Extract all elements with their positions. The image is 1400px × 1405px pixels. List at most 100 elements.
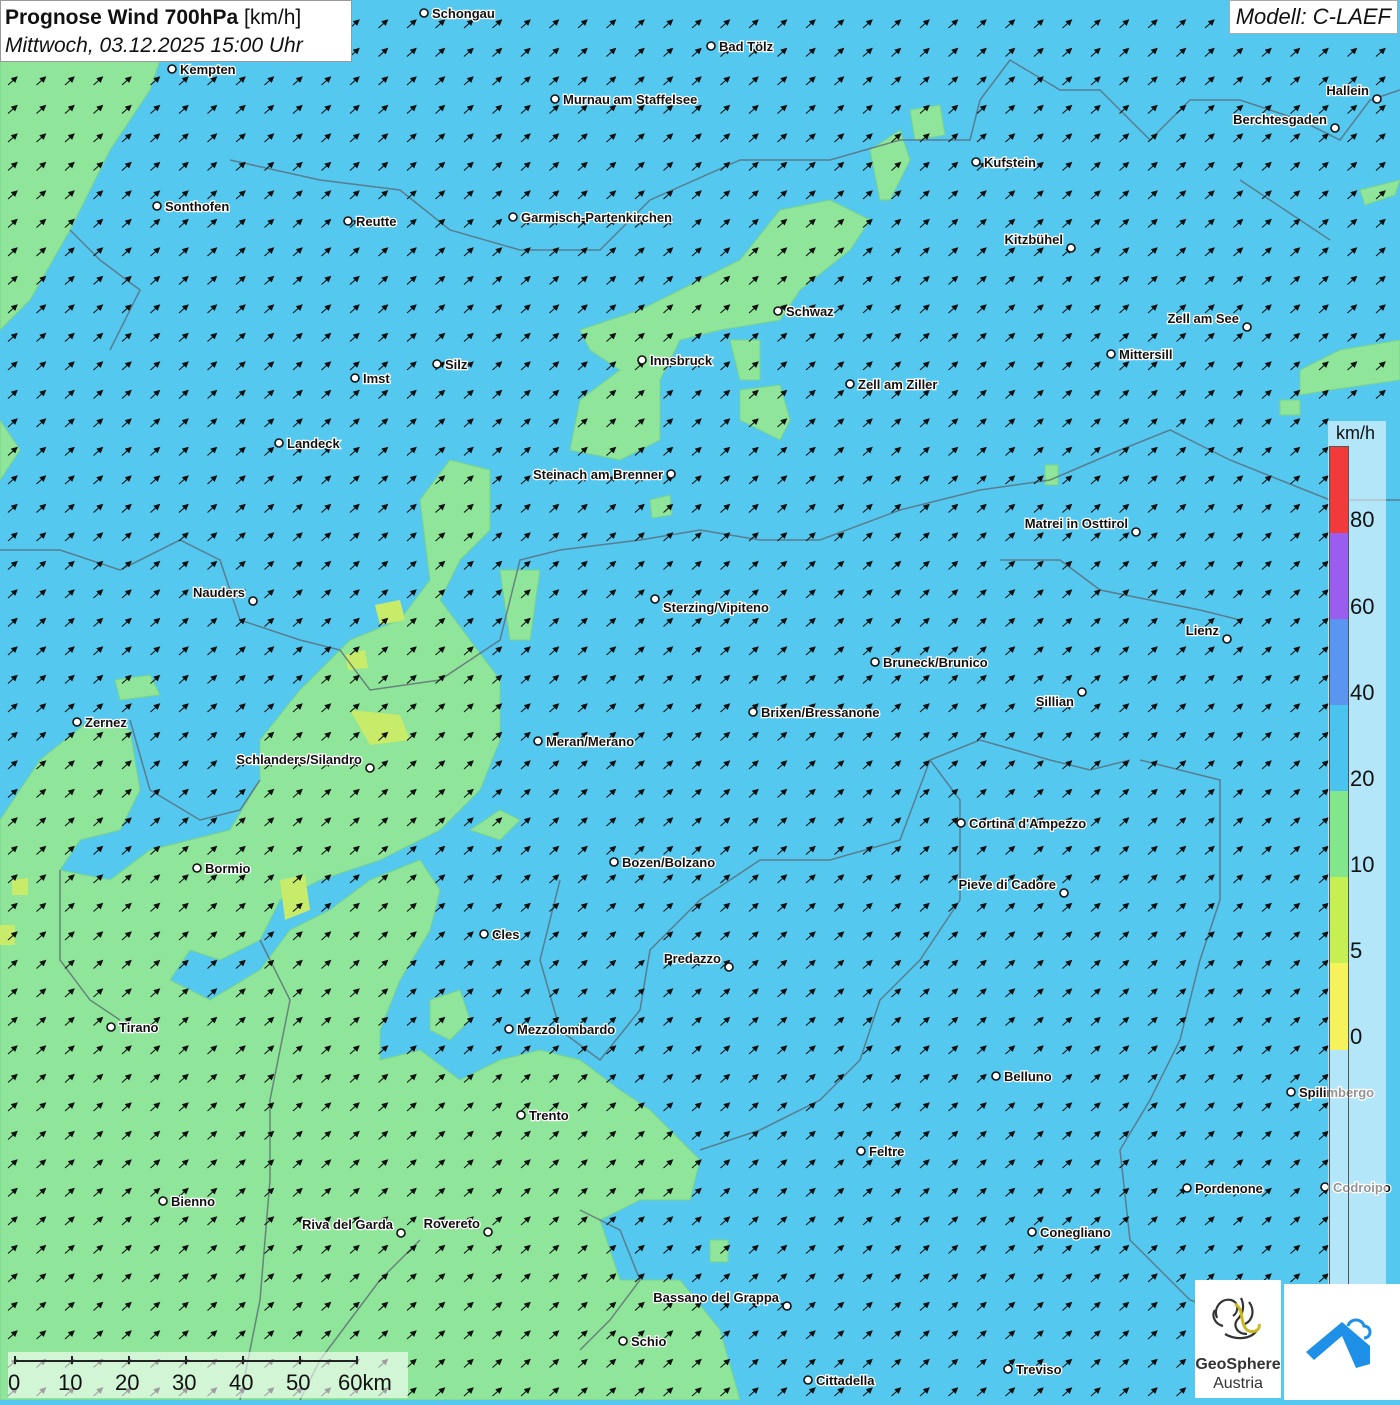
city-label: Cittadella — [816, 1373, 875, 1388]
city-dot — [516, 1110, 526, 1120]
city-label: Lienz — [1186, 623, 1220, 638]
city-label: Reutte — [356, 214, 396, 229]
city-marker: Steinach am Brenner — [532, 466, 676, 483]
city-dot — [803, 1375, 813, 1385]
legend-seg-10 — [1330, 791, 1348, 877]
city-dot — [343, 216, 353, 226]
city-label: Tirano — [119, 1020, 159, 1035]
city-dot — [1286, 1087, 1296, 1097]
legend-colorbar — [1329, 446, 1349, 1351]
city-dot — [504, 1024, 514, 1034]
scale-tick — [299, 1356, 301, 1364]
city-label: Zernez — [85, 715, 127, 730]
city-label: Predazzo — [664, 951, 721, 966]
city-label: Pordenone — [1195, 1181, 1263, 1196]
scale-tick — [14, 1356, 16, 1364]
title-unit: [km/h] — [244, 6, 302, 29]
city-label: Bassano del Grappa — [653, 1290, 779, 1305]
city-dot — [192, 863, 202, 873]
city-dot — [432, 359, 442, 369]
city-dot — [618, 1336, 628, 1346]
city-dot — [167, 64, 177, 74]
city-dot — [152, 201, 162, 211]
city-marker: Pordenone — [1182, 1180, 1264, 1197]
city-label: Schlanders/Silandro — [236, 752, 362, 767]
legend-label-10: 10 — [1350, 852, 1375, 877]
legend-seg-60 — [1330, 533, 1348, 619]
city-marker: Schongau — [419, 5, 496, 22]
city-dot — [508, 212, 518, 222]
city-dot — [158, 1196, 168, 1206]
legend-seg-0 — [1330, 963, 1348, 1050]
city-marker: Cortina d'Ampezzo — [956, 815, 1088, 832]
city-label: Landeck — [287, 436, 341, 451]
city-dot — [706, 41, 716, 51]
city-dot — [106, 1022, 116, 1032]
city-dot — [724, 962, 734, 972]
map-title: Prognose Wind 700hPa [km/h] — [5, 4, 347, 32]
scale-label: 60km — [338, 1370, 392, 1395]
city-marker: Brixen/Bressanone — [748, 704, 881, 721]
city-dot — [650, 594, 660, 604]
legend-label-40: 40 — [1350, 680, 1375, 705]
wind-map: Schongau Bad Tölz Kempten Murnau am Staffel… — [0, 0, 1400, 1400]
city-marker: Innsbruck — [637, 352, 714, 369]
scale-tick — [356, 1356, 358, 1364]
geosphere-name: GeoSphere — [1195, 1356, 1281, 1373]
city-label: Meran/Merano — [546, 734, 634, 749]
city-label: Rovereto — [424, 1216, 480, 1231]
forecast-datetime: Mittwoch, 03.12.2025 15:00 Uhr — [5, 34, 303, 57]
city-dot — [479, 929, 489, 939]
city-dot — [870, 657, 880, 667]
city-dot — [550, 94, 560, 104]
title-box: Prognose Wind 700hPa [km/h] Mittwoch, 03… — [0, 0, 352, 62]
city-label: Sonthofen — [165, 199, 229, 214]
model-label: Modell: C-LAEF — [1228, 0, 1398, 34]
city-label: Garmisch-Partenkirchen — [521, 210, 672, 225]
city-dot — [956, 818, 966, 828]
city-label: Pieve di Cadore — [958, 877, 1056, 892]
city-dot — [845, 379, 855, 389]
legend-seg-80 — [1330, 447, 1348, 533]
scale-label: 50 — [286, 1370, 311, 1395]
city-label: Riva del Garda — [302, 1217, 394, 1232]
city-dot — [533, 736, 543, 746]
scale-tick — [185, 1356, 187, 1364]
legend-unit: km/h — [1336, 423, 1376, 443]
city-label: Steinach am Brenner — [533, 467, 663, 482]
city-dot — [1131, 527, 1141, 537]
city-dot — [274, 438, 284, 448]
city-dot — [856, 1146, 866, 1156]
app-logo[interactable] — [1284, 1284, 1400, 1400]
city-dot — [72, 717, 82, 727]
city-label: Belluno — [1004, 1069, 1052, 1084]
city-dot — [1372, 94, 1382, 104]
legend-seg-5 — [1330, 877, 1348, 963]
city-label: Murnau am Staffelsee — [563, 92, 697, 107]
city-label: Bad Tölz — [719, 39, 774, 54]
legend-label-80: 80 — [1350, 507, 1375, 532]
city-marker: Bozen/Bolzano — [609, 854, 716, 871]
city-label: Kitzbühel — [1005, 232, 1064, 247]
city-dot — [609, 857, 619, 867]
city-label: Sillian — [1036, 694, 1074, 709]
geosphere-country: Austria — [1213, 1375, 1263, 1392]
city-dot — [483, 1227, 493, 1237]
scale-label: 10 — [58, 1370, 83, 1395]
geosphere-logo[interactable]: GeoSphere Austria — [1195, 1280, 1281, 1398]
city-label: Bormio — [205, 861, 251, 876]
legend-seg-40 — [1330, 619, 1348, 705]
city-label: Schongau — [432, 6, 495, 21]
city-label: Berchtesgaden — [1233, 112, 1327, 127]
city-label: Treviso — [1016, 1362, 1062, 1377]
scale-label: 0 — [8, 1370, 21, 1395]
city-label: Cles — [492, 927, 519, 942]
city-marker: Conegliano — [1027, 1224, 1112, 1241]
city-label: Bozen/Bolzano — [622, 855, 715, 870]
city-label: Mezzolombardo — [517, 1022, 615, 1037]
city-label: Matrei in Osttirol — [1025, 516, 1128, 531]
city-label: Imst — [363, 371, 390, 386]
scale-label: 30 — [172, 1370, 197, 1395]
city-label: Schio — [631, 1334, 666, 1349]
city-label: Zell am See — [1167, 311, 1239, 326]
